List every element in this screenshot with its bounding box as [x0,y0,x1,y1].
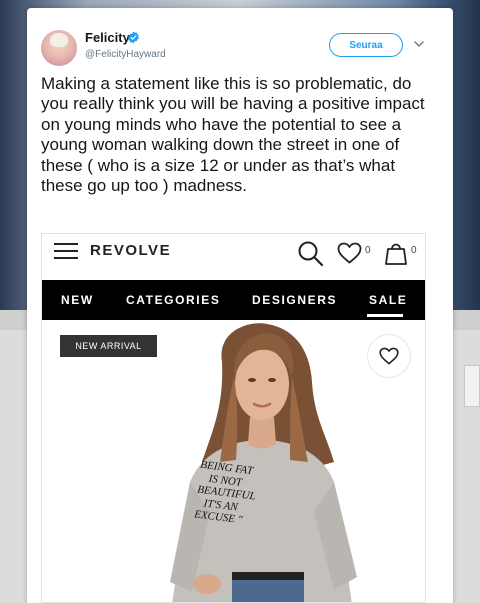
background-button [464,365,480,407]
revolve-header: REVOLVE 0 0 [42,234,425,280]
heart-icon [379,347,399,365]
heart-icon [337,242,362,264]
nav-new[interactable]: NEW [61,293,94,307]
revolve-logo: REVOLVE [90,242,172,259]
new-arrival-badge: NEW ARRIVAL [60,335,157,357]
verified-badge-icon [128,31,139,44]
nav-categories[interactable]: CATEGORIES [126,293,220,307]
wishlist-button[interactable] [367,334,411,378]
shopping-bag-icon [385,243,407,265]
tweet-card: Felicity @FelicityHayward Seuraa Making … [27,8,453,603]
nav-designers[interactable]: DESIGNERS [252,293,337,307]
bag-count: 0 [411,245,417,256]
revolve-nav: NEW CATEGORIES DESIGNERS SALE [42,280,425,320]
embedded-screenshot[interactable]: REVOLVE 0 0 NEW CATEGORIES DESIGNERS SAL… [41,233,426,603]
menu-icon [54,243,78,261]
wishlist-count: 0 [365,245,371,256]
sale-underline [367,314,403,317]
product-photo [170,323,357,602]
avatar[interactable] [41,30,77,66]
nav-sale[interactable]: SALE [369,293,407,307]
chevron-down-icon[interactable] [414,39,424,49]
author-handle[interactable]: @FelicityHayward [85,49,166,60]
search-icon [298,241,324,267]
author-name[interactable]: Felicity [85,30,130,45]
tweet-text: Making a statement like this is so probl… [41,74,425,196]
follow-button[interactable]: Seuraa [329,33,403,57]
shirt-slogan: BEING FAT IS NOT BEAUTIFUL IT'S AN EXCUS… [194,459,291,532]
